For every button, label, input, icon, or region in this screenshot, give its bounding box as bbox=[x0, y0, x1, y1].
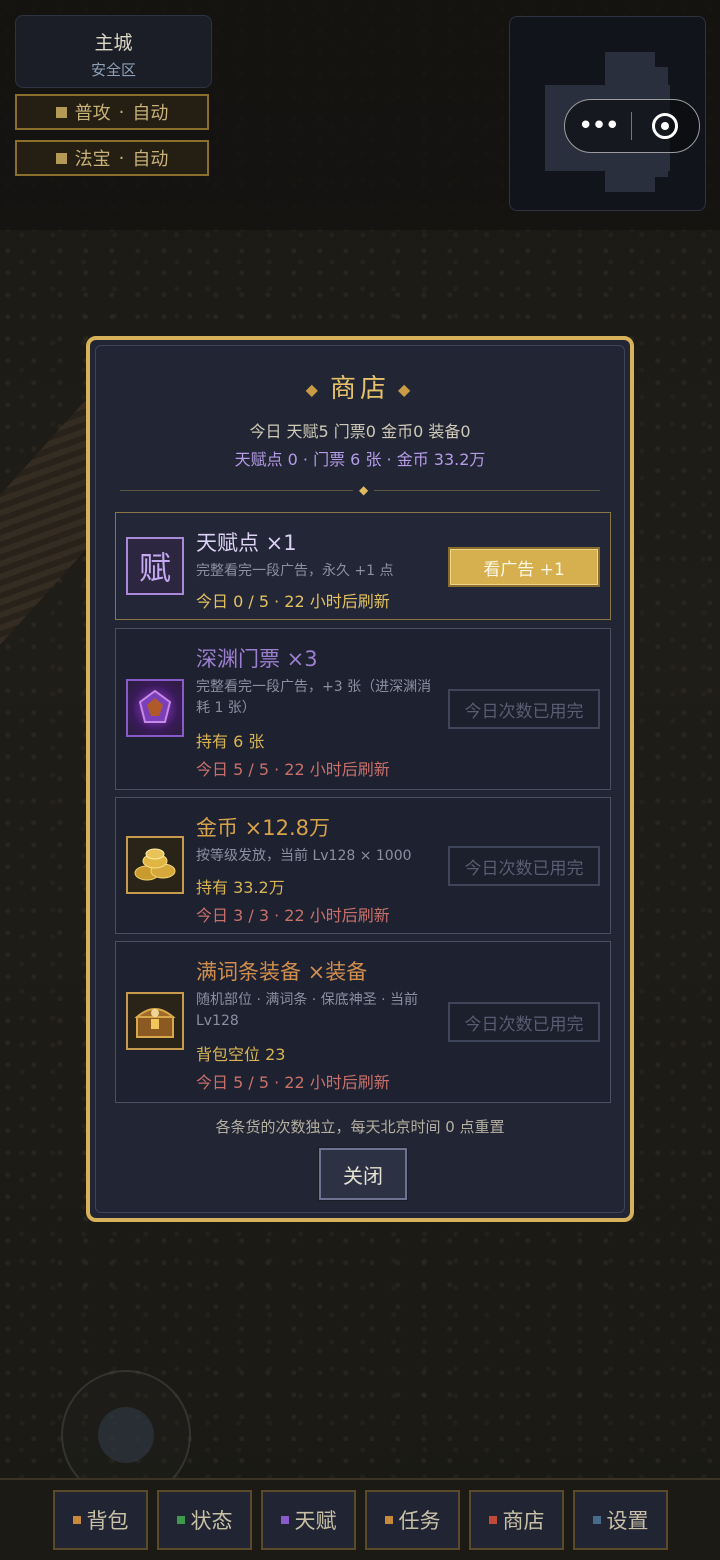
item-hold: 持有 6 张 bbox=[196, 732, 265, 751]
item-hold: 背包空位 23 bbox=[196, 1045, 286, 1064]
close-button[interactable]: 关闭 bbox=[319, 1148, 407, 1200]
treasure-chest-icon bbox=[126, 992, 184, 1050]
more-icon[interactable]: ••• bbox=[565, 113, 631, 139]
nav-label: 商店 bbox=[502, 1509, 545, 1533]
nav-label: 任务 bbox=[398, 1509, 441, 1533]
toggle-sep: · bbox=[118, 147, 125, 169]
square-icon bbox=[55, 106, 67, 118]
item-daily: 今日 3 / 3 · 22 小时后刷新 bbox=[196, 906, 390, 925]
zone-status: 安全区 bbox=[90, 61, 136, 79]
nav-talent[interactable]: 天赋 bbox=[261, 1490, 356, 1550]
item-name: 深渊门票 ×3 bbox=[196, 647, 318, 671]
nav-label: 设置 bbox=[606, 1509, 649, 1533]
toggle-mode: 自动 bbox=[132, 103, 169, 124]
divider: ◆ bbox=[120, 483, 600, 497]
miniprogram-capsule: ••• bbox=[564, 99, 700, 153]
diamond-icon: ◆ bbox=[353, 483, 375, 497]
shop-title-text: 商店 bbox=[329, 374, 390, 404]
joystick-knob[interactable] bbox=[98, 1407, 154, 1463]
nav-settings[interactable]: 设置 bbox=[573, 1490, 668, 1550]
square-icon bbox=[280, 1516, 289, 1524]
item-name: 满词条装备 ×装备 bbox=[196, 960, 368, 984]
zone-panel: 主城 安全区 bbox=[15, 15, 212, 88]
auto-treasure-toggle[interactable]: 法宝 · 自动 bbox=[15, 140, 209, 176]
diamond-icon: ◆ bbox=[305, 380, 322, 399]
watch-ad-button[interactable]: 看广告 +1 bbox=[448, 547, 600, 587]
nav-quest[interactable]: 任务 bbox=[365, 1490, 460, 1550]
diamond-icon: ◆ bbox=[398, 380, 415, 399]
used-up-button[interactable]: 今日次数已用完 bbox=[448, 1002, 600, 1042]
toggle-sep: · bbox=[118, 101, 125, 123]
shop-item-ticket: 深渊门票 ×3 完整看完一段广告，+3 张（进深渊消耗 1 张） 持有 6 张 … bbox=[115, 628, 611, 790]
item-desc: 按等级发放，当前 Lv128 × 1000 bbox=[196, 848, 412, 864]
square-icon bbox=[176, 1516, 185, 1524]
item-daily: 今日 5 / 5 · 22 小时后刷新 bbox=[196, 760, 390, 779]
item-daily: 今日 0 / 5 · 22 小时后刷新 bbox=[196, 592, 390, 611]
shop-item-equipment: 满词条装备 ×装备 随机部位 · 满词条 · 保底神圣 · 当前 Lv128 背… bbox=[115, 941, 611, 1103]
auto-attack-toggle[interactable]: 普攻 · 自动 bbox=[15, 94, 209, 130]
item-daily: 今日 5 / 5 · 22 小时后刷新 bbox=[196, 1073, 390, 1092]
nav-bag[interactable]: 背包 bbox=[53, 1490, 148, 1550]
daily-summary: 今日 天赋5 门票0 金币0 装备0 bbox=[249, 422, 471, 441]
talent-icon: 赋 bbox=[126, 537, 184, 595]
item-name: 天赋点 ×1 bbox=[196, 531, 297, 555]
zone-name: 主城 bbox=[94, 32, 133, 54]
reset-note: 各条货的次数独立，每天北京时间 0 点重置 bbox=[215, 1118, 505, 1136]
item-desc: 完整看完一段广告，+3 张（进深渊消耗 1 张） bbox=[196, 679, 432, 716]
toggle-mode: 自动 bbox=[132, 149, 169, 170]
nav-shop[interactable]: 商店 bbox=[469, 1490, 564, 1550]
nav-label: 天赋 bbox=[294, 1509, 337, 1533]
square-icon bbox=[55, 152, 67, 164]
abyss-gem-icon bbox=[126, 679, 184, 737]
dialog-title: ◆ 商店 ◆ bbox=[90, 368, 630, 405]
balance-summary: 天赋点 0 · 门票 6 张 · 金币 33.2万 bbox=[234, 450, 486, 469]
nav-label: 状态 bbox=[190, 1509, 233, 1533]
item-desc: 随机部位 · 满词条 · 保底神圣 · 当前 Lv128 bbox=[196, 992, 419, 1029]
used-up-button[interactable]: 今日次数已用完 bbox=[448, 689, 600, 729]
shop-item-gold: 金币 ×12.8万 按等级发放，当前 Lv128 × 1000 持有 33.2万… bbox=[115, 797, 611, 934]
item-name: 金币 ×12.8万 bbox=[196, 816, 331, 840]
toggle-label: 法宝 bbox=[74, 149, 111, 170]
item-hold: 持有 33.2万 bbox=[196, 878, 285, 897]
toggle-label: 普攻 bbox=[74, 103, 111, 124]
nav-label: 背包 bbox=[86, 1509, 129, 1533]
square-icon bbox=[592, 1516, 601, 1524]
square-icon bbox=[72, 1516, 81, 1524]
square-icon bbox=[384, 1516, 393, 1524]
close-icon[interactable] bbox=[632, 113, 698, 139]
gold-coins-icon bbox=[126, 836, 184, 894]
bottom-nav: 背包 状态 天赋 任务 商店 设置 bbox=[0, 1478, 720, 1560]
shop-dialog: ◆ 商店 ◆ 今日 天赋5 门票0 金币0 装备0 天赋点 0 · 门票 6 张 ·… bbox=[86, 336, 634, 1222]
used-up-button[interactable]: 今日次数已用完 bbox=[448, 846, 600, 886]
square-icon bbox=[488, 1516, 497, 1524]
item-desc: 完整看完一段广告，永久 +1 点 bbox=[196, 563, 394, 579]
shop-item-talent: 赋 天赋点 ×1 完整看完一段广告，永久 +1 点 今日 0 / 5 · 22 … bbox=[115, 512, 611, 620]
nav-status[interactable]: 状态 bbox=[157, 1490, 252, 1550]
